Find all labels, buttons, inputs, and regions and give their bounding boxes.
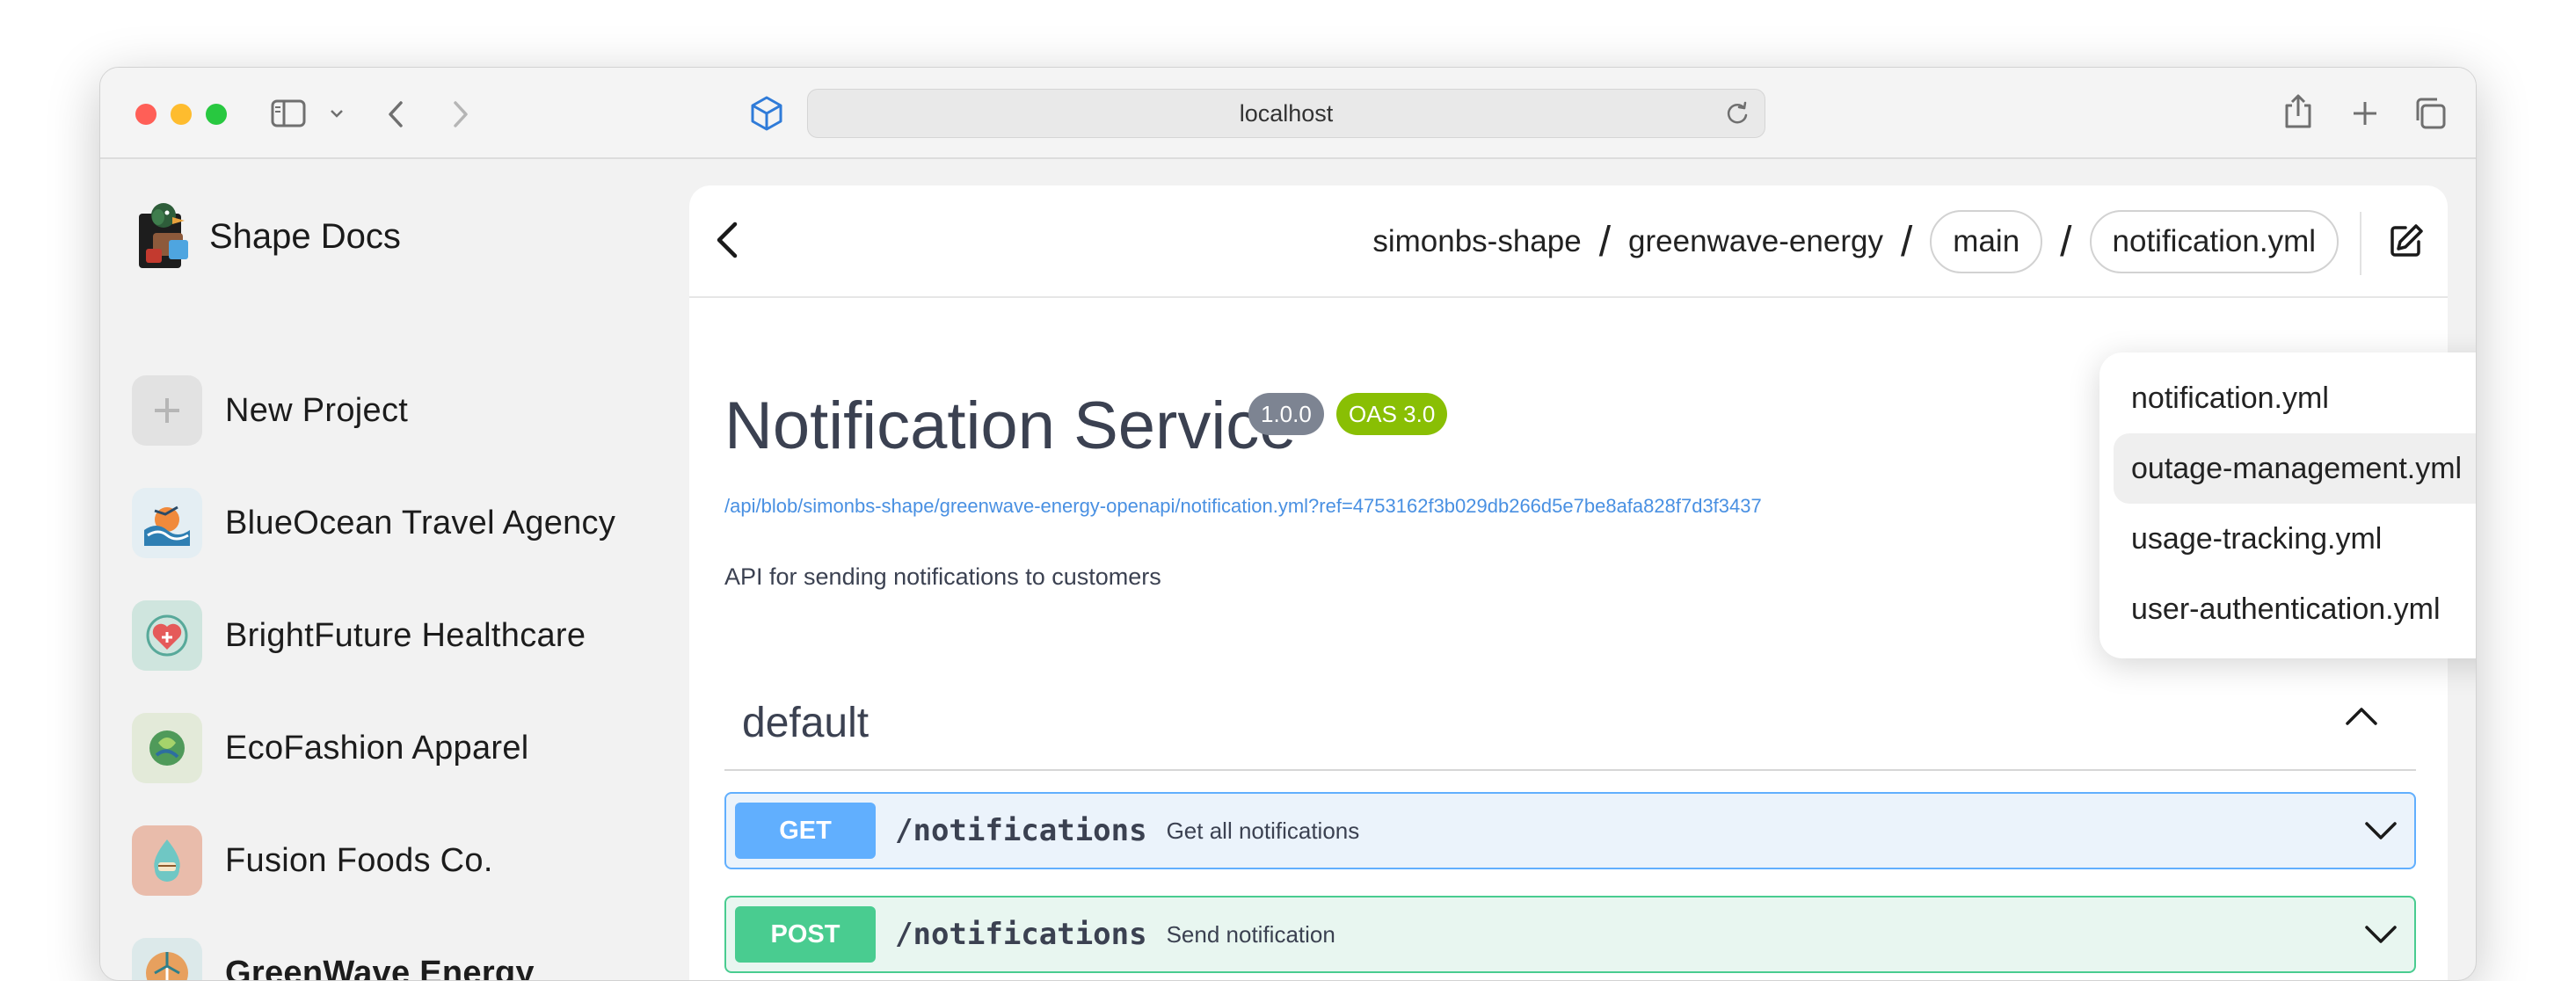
file-menu-item[interactable]: notification.yml [2114,363,2477,433]
eco-logo-icon [132,713,202,783]
forward-arrow-icon[interactable] [448,98,473,131]
project-name: BlueOcean Travel Agency [225,505,615,542]
duck-logo-icon [134,198,195,276]
close-window-button[interactable] [135,104,156,125]
project-name: Fusion Foods Co. [225,842,493,880]
card-header: simonbs-shape / greenwave-energy / main … [689,185,2448,298]
operation-summary: Send notification [1167,921,1335,948]
chevron-up-icon[interactable] [2344,704,2379,731]
operation-path: /notifications [895,917,1147,952]
address-text: localhost [1240,100,1334,127]
edit-icon[interactable] [2388,222,2425,264]
cube-icon [747,94,786,133]
sidebar-item-greenwave-energy[interactable]: GreenWave Energy [132,938,535,981]
address-bar[interactable]: localhost [807,89,1765,138]
chevron-down-icon[interactable] [2363,922,2398,949]
operation-post-notifications[interactable]: POST /notifications Send notification [724,896,2416,973]
branch-selector[interactable]: main [1930,210,2042,273]
share-icon[interactable] [2281,91,2316,133]
breadcrumb-separator: / [1599,218,1611,266]
sidebar-item-blueocean-travel-agency[interactable]: BlueOcean Travel Agency [132,488,615,558]
api-description: API for sending notifications to custome… [724,563,1161,591]
operation-get-notifications[interactable]: GET /notifications Get all notifications [724,792,2416,869]
api-title: Notification Service [724,388,1297,464]
breadcrumb-project[interactable]: greenwave-energy [1628,224,1883,259]
file-menu-item[interactable]: user-authentication.yml [2114,574,2477,644]
minimize-window-button[interactable] [171,104,192,125]
zoom-window-button[interactable] [206,104,227,125]
chevron-down-icon[interactable] [327,105,346,122]
header-divider [2360,212,2361,275]
http-method-badge: GET [735,803,876,859]
tab-overview-icon[interactable] [2411,94,2449,133]
tag-section-header[interactable]: default [724,678,2416,771]
plus-icon [132,375,202,446]
health-logo-icon [132,600,202,671]
new-project-label: New Project [225,392,408,430]
brand[interactable]: Shape Docs [134,198,401,276]
http-method-badge: POST [735,906,876,963]
file-menu-item[interactable]: usage-tracking.yml [2114,504,2477,574]
back-arrow-icon[interactable] [383,98,408,131]
back-chevron-icon[interactable] [716,221,739,264]
project-name: EcoFashion Apparel [225,730,529,767]
sidebar-toggle-icon[interactable] [269,96,308,131]
breadcrumb-separator: / [2060,218,2071,266]
tag-section-title: default [742,699,869,747]
spec-url-link[interactable]: /api/blob/simonbs-shape/greenwave-energy… [724,495,1762,518]
sidebar: Shape Docs New Project BlueOcean Travel … [100,159,689,980]
reload-icon[interactable] [1724,100,1750,133]
file-dropdown-menu: notification.yml outage-management.yml u… [2099,352,2477,658]
brand-title: Shape Docs [209,217,401,257]
sidebar-item-ecofashion-apparel[interactable]: EcoFashion Apparel [132,713,529,783]
new-tab-icon[interactable] [2347,96,2383,131]
sidebar-item-fusion-foods-co[interactable]: Fusion Foods Co. [132,825,493,896]
browser-window: localhost [99,67,2477,981]
sidebar-item-brightfuture-healthcare[interactable]: BrightFuture Healthcare [132,600,586,671]
breadcrumb-owner[interactable]: simonbs-shape [1372,224,1581,259]
food-logo-icon [132,825,202,896]
breadcrumb: simonbs-shape / greenwave-energy / main … [1372,210,2339,273]
oas-badge: OAS 3.0 [1336,393,1447,435]
operation-summary: Get all notifications [1167,818,1360,845]
operation-path: /notifications [895,813,1147,848]
file-menu-item[interactable]: outage-management.yml [2114,433,2477,504]
file-selector[interactable]: notification.yml [2090,210,2339,273]
browser-toolbar: localhost [100,68,2476,159]
project-name: GreenWave Energy [225,955,535,981]
project-name: BrightFuture Healthcare [225,617,586,655]
version-badge: 1.0.0 [1248,393,1324,435]
travel-logo-icon [132,488,202,558]
new-project-button[interactable]: New Project [132,375,408,446]
breadcrumb-separator: / [1901,218,1912,266]
wind-turbine-logo-icon [132,938,202,981]
chevron-down-icon[interactable] [2363,818,2398,846]
